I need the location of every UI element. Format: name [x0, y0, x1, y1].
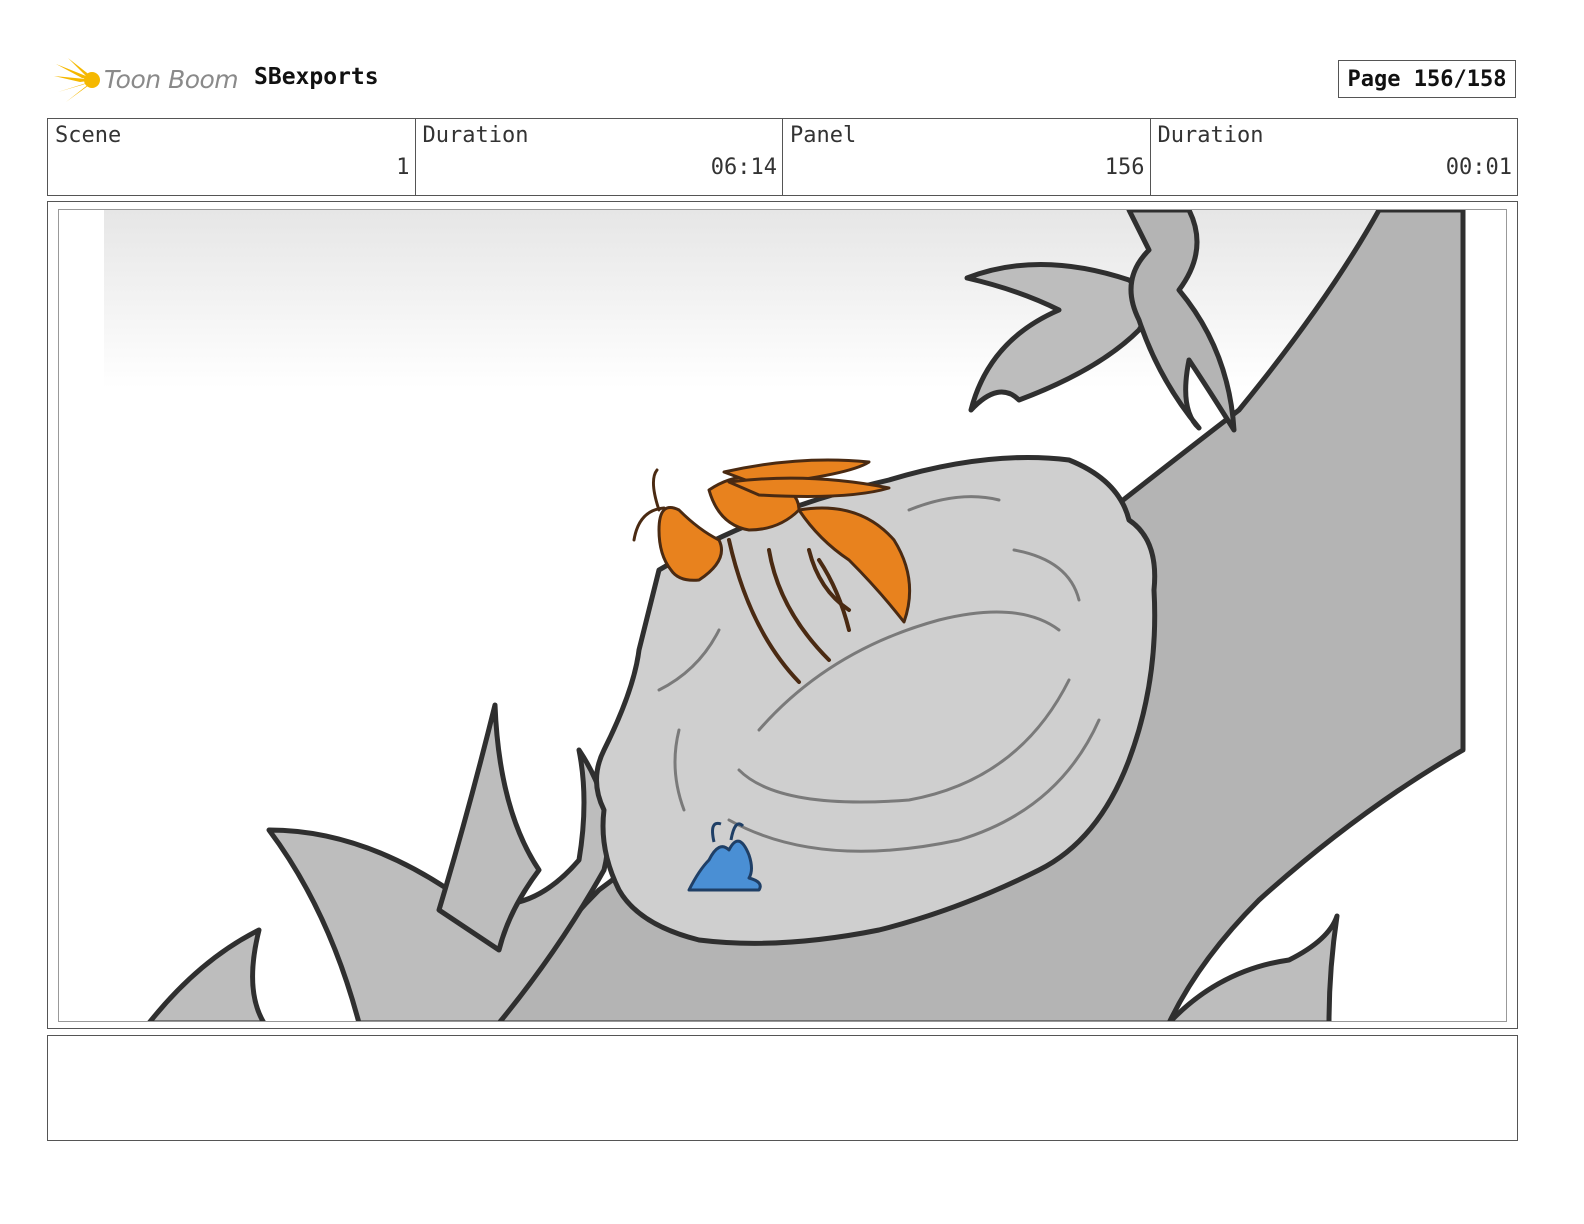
logo-wordmark: Toon Boom	[104, 65, 239, 94]
panel-duration-value: 00:01	[1445, 155, 1512, 180]
panel-label: Panel	[790, 123, 857, 148]
panel-artwork	[58, 209, 1507, 1022]
project-title: SBexports	[254, 64, 379, 90]
panel-duration-label: Duration	[1157, 123, 1264, 148]
scene-duration-value: 06:14	[710, 155, 777, 180]
page-number: 156/158	[1413, 66, 1507, 92]
scene-cell: Scene 1	[48, 119, 416, 195]
toon-boom-star-icon	[54, 58, 100, 102]
toon-boom-logo: Toon Boom	[52, 56, 242, 106]
scene-label: Scene	[55, 123, 122, 148]
page-indicator: Page 156/158	[1338, 60, 1516, 98]
panel-value: 156	[1104, 155, 1145, 180]
scene-duration-label: Duration	[422, 123, 529, 148]
scene-value: 1	[396, 155, 410, 180]
panel-notes-box	[47, 1035, 1518, 1141]
panel-duration-cell: Duration 00:01	[1151, 119, 1518, 195]
panel-cell: Panel 156	[783, 119, 1151, 195]
scene-duration-cell: Duration 06:14	[416, 119, 783, 195]
panel-drawing	[104, 210, 1466, 1021]
panel-info-table: Scene 1 Duration 06:14 Panel 156 Duratio…	[47, 118, 1518, 196]
page-label: Page	[1347, 66, 1401, 92]
